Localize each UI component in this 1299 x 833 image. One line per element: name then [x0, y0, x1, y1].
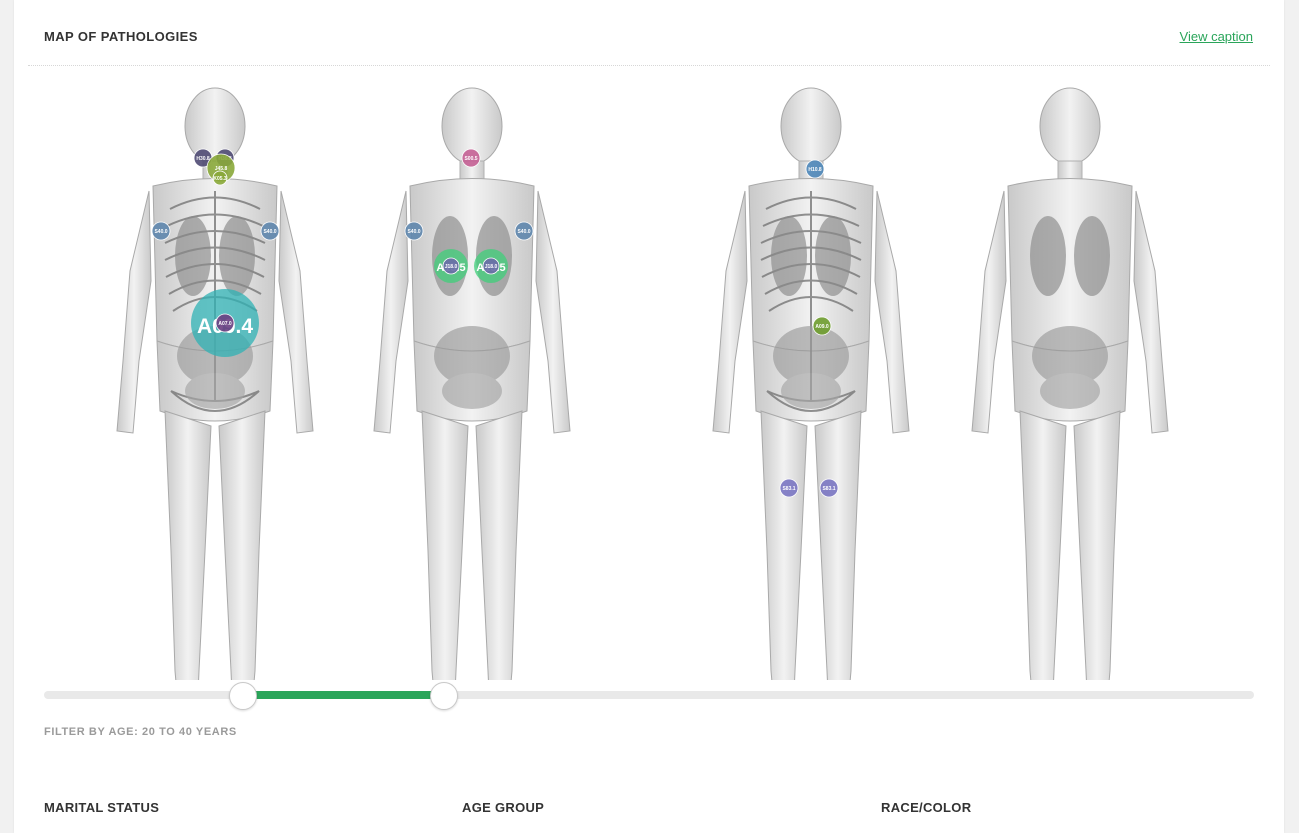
marker-code: S83.1	[822, 486, 835, 492]
age-slider-track[interactable]	[44, 691, 1254, 699]
pathology-marker-s00-5[interactable]: S00.5	[461, 148, 481, 168]
age-slider-min-handle[interactable]	[229, 682, 257, 710]
pathology-marker-j18-0[interactable]: J18.0	[442, 257, 460, 275]
marker-code: S40.0	[154, 229, 167, 235]
marker-code: S40.0	[517, 229, 530, 235]
male-back-figure	[373, 87, 571, 680]
pathology-marker-s40-0[interactable]: S40.0	[514, 221, 534, 241]
body-figures: H30.8H30.8J45.8K05.3S40.0S40.0A09.4A07.0…	[14, 0, 1284, 833]
pathology-marker-a09-0[interactable]: A09.0	[812, 316, 832, 336]
pathology-marker-k05-3[interactable]: K05.3	[212, 170, 228, 186]
pathology-marker-s40-0[interactable]: S40.0	[404, 221, 424, 241]
pathology-marker-s83-1[interactable]: S83.1	[819, 478, 839, 498]
pathology-map-card: MAP OF PATHOLOGIES View caption H30.8 J4…	[14, 0, 1284, 833]
pathology-marker-s40-0[interactable]: S40.0	[151, 221, 171, 241]
marker-code: S40.0	[263, 229, 276, 235]
pathology-marker-s40-0[interactable]: S40.0	[260, 221, 280, 241]
marker-code: H30.8	[196, 156, 210, 162]
body-figures-svg: H30.8H30.8J45.8K05.3S40.0S40.0A09.4A07.0…	[116, 87, 1169, 680]
pathology-marker-j18-0[interactable]: J18.0	[482, 257, 500, 275]
pathology-marker-a07-0[interactable]: A07.0	[215, 313, 235, 333]
age-slider-max-handle[interactable]	[430, 682, 458, 710]
marker-code: A09.0	[815, 324, 829, 330]
marker-code: S40.0	[407, 229, 420, 235]
section-marital-status: MARITAL STATUS	[44, 800, 160, 815]
marker-code: S83.1	[782, 486, 795, 492]
section-race-color: RACE/COLOR	[881, 800, 972, 815]
age-filter-label: FILTER BY AGE: 20 TO 40 YEARS	[44, 726, 237, 738]
pathology-marker-s83-1[interactable]: S83.1	[779, 478, 799, 498]
female-back-figure	[971, 87, 1169, 680]
age-slider-range	[243, 691, 444, 699]
marker-code: K05.3	[213, 176, 227, 182]
section-age-group: AGE GROUP	[462, 800, 545, 815]
marker-code: J18.0	[485, 264, 498, 270]
marker-code: A07.0	[218, 321, 232, 327]
marker-code: H10.8	[808, 167, 822, 173]
marker-code: S00.5	[464, 156, 477, 162]
pathology-marker-h10-8[interactable]: H10.8	[805, 159, 825, 179]
marker-code: J18.0	[445, 264, 458, 270]
